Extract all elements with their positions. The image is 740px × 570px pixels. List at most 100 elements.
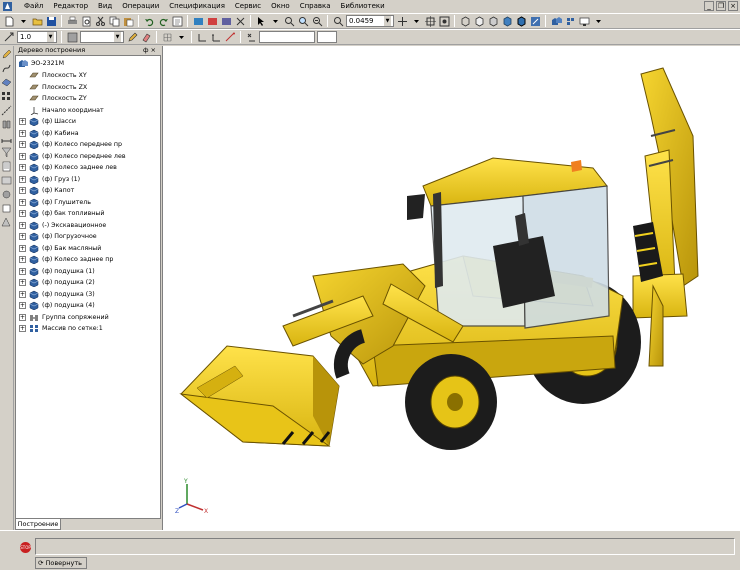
color-swatch-icon[interactable] — [66, 31, 78, 43]
expand-icon[interactable]: + — [19, 290, 26, 298]
variables-icon[interactable] — [206, 15, 218, 27]
weld-icon[interactable] — [1, 217, 12, 228]
snap-icon[interactable] — [224, 31, 236, 43]
tree-item[interactable]: + (ф) Колесо заднее пр — [19, 254, 113, 265]
expand-icon[interactable]: + — [19, 141, 26, 148]
redo-icon[interactable] — [157, 15, 169, 27]
help-icon[interactable] — [234, 15, 246, 27]
pencil-icon[interactable] — [126, 31, 138, 43]
menu-specification[interactable]: Спецификация — [164, 0, 230, 13]
perspective-icon[interactable] — [529, 15, 541, 27]
tree-item[interactable]: + (ф) подушка (3) — [19, 289, 95, 300]
expand-icon[interactable]: + — [19, 175, 26, 183]
sheet-icon[interactable] — [1, 203, 12, 214]
zoom-window-icon[interactable] — [297, 15, 309, 27]
expand-icon[interactable]: + — [19, 118, 26, 125]
tree-item[interactable]: + Группа сопряжений — [19, 312, 109, 323]
elements-icon[interactable] — [1, 189, 12, 200]
expand-icon[interactable]: + — [19, 256, 26, 263]
thin-lines-icon[interactable] — [487, 15, 499, 27]
tree-item[interactable]: + (ф) Бак масляный — [19, 243, 101, 254]
tree-item[interactable]: + (ф) Колесо заднее лев — [19, 162, 117, 173]
library-manager-icon[interactable] — [192, 15, 204, 27]
print-preview-icon[interactable] — [80, 15, 92, 27]
tree-item[interactable]: Начало координат — [29, 105, 104, 116]
shaded-icon[interactable] — [501, 15, 513, 27]
tree-item[interactable]: + (ф) Погрузочное — [19, 231, 97, 242]
menu-window[interactable]: Окно — [266, 0, 295, 13]
edit-assembly-icon[interactable] — [1, 49, 12, 60]
expand-icon[interactable]: + — [19, 244, 26, 252]
expand-icon[interactable]: + — [19, 129, 26, 137]
fit-all-icon[interactable] — [438, 15, 450, 27]
expand-icon[interactable]: + — [19, 233, 26, 240]
step-field[interactable]: 1.0 ▼ — [17, 31, 57, 43]
pin-icon[interactable]: ф — [143, 46, 151, 54]
new-file-icon[interactable] — [3, 15, 15, 27]
menu-editor[interactable]: Редактор — [48, 0, 93, 13]
expand-icon[interactable]: + — [19, 210, 26, 217]
display-icon[interactable] — [578, 15, 590, 27]
assembly-icon[interactable] — [564, 15, 576, 27]
tree-item[interactable]: Плоскость ZY — [29, 93, 87, 104]
chevron-down-icon[interactable] — [410, 15, 422, 27]
tree-item[interactable]: Плоскость XY — [29, 70, 87, 81]
minimize-icon[interactable]: _ — [704, 1, 714, 11]
undo-icon[interactable] — [143, 15, 155, 27]
filter-icon[interactable] — [1, 147, 12, 158]
model-viewport[interactable]: Y Z X — [162, 46, 740, 530]
chevron-down-icon[interactable]: ▼ — [47, 32, 54, 42]
expand-icon[interactable]: + — [19, 279, 26, 286]
local-cs-icon[interactable] — [210, 31, 222, 43]
wireframe-icon[interactable] — [459, 15, 471, 27]
save-icon[interactable] — [45, 15, 57, 27]
surfaces-icon[interactable] — [1, 77, 12, 88]
restore-icon[interactable]: ❐ — [716, 1, 726, 11]
properties-icon[interactable] — [171, 15, 183, 27]
chevron-down-icon[interactable]: ▼ — [114, 32, 121, 42]
tree-item[interactable]: + Массив по сетке:1 — [19, 323, 103, 334]
zoom-value-field[interactable]: 0.0459 ▼ — [346, 15, 394, 27]
tree-item[interactable]: + (ф) Глушитель — [19, 197, 91, 208]
ortho-icon[interactable] — [196, 31, 208, 43]
measure-icon[interactable] — [1, 133, 12, 144]
hidden-lines-icon[interactable] — [473, 15, 485, 27]
tree-item[interactable]: + (ф) Груз (1) — [19, 174, 80, 185]
shaded-edges-icon[interactable] — [515, 15, 527, 27]
eraser-icon[interactable] — [140, 31, 152, 43]
expand-icon[interactable]: + — [19, 152, 26, 160]
tree-item[interactable]: + (ф) подушка (4) — [19, 300, 95, 311]
mates-icon[interactable] — [1, 119, 12, 130]
coordinate-extra-field[interactable] — [317, 31, 337, 43]
tree-root[interactable]: ЭО-2321М — [18, 58, 64, 69]
pan-icon[interactable] — [396, 15, 408, 27]
chevron-down-icon[interactable]: ▼ — [384, 16, 391, 26]
tree-item[interactable]: + (ф) подушка (1) — [19, 266, 95, 277]
cut-icon[interactable] — [94, 15, 106, 27]
tree-item[interactable]: + (ф) Капот — [19, 185, 74, 196]
open-file-icon[interactable] — [31, 15, 43, 27]
auxiliary-geometry-icon[interactable] — [1, 105, 12, 116]
reports-icon[interactable] — [1, 175, 12, 186]
menu-help[interactable]: Справка — [295, 0, 336, 13]
rotate-button[interactable]: ⟳ Повернуть — [35, 557, 87, 569]
paste-icon[interactable] — [122, 15, 134, 27]
grid-icon[interactable] — [161, 31, 173, 43]
stop-command-icon[interactable]: STOP — [20, 542, 31, 553]
chevron-down-icon[interactable] — [17, 15, 29, 27]
menu-view[interactable]: Вид — [93, 0, 117, 13]
zoom-in-icon[interactable] — [283, 15, 295, 27]
coordinate-field[interactable] — [259, 31, 315, 43]
print-icon[interactable] — [66, 15, 78, 27]
tree-item[interactable]: + (ф) Колесо переднее лев — [19, 151, 126, 162]
tree-item[interactable]: + (ф) Шасси — [19, 116, 76, 127]
menu-file[interactable]: Файл — [19, 0, 48, 13]
expand-icon[interactable]: + — [19, 221, 26, 229]
expand-icon[interactable]: + — [19, 313, 26, 321]
select-cursor-icon[interactable] — [255, 15, 267, 27]
zoom-scale-icon[interactable] — [332, 15, 344, 27]
expand-icon[interactable]: + — [19, 267, 26, 275]
close-icon[interactable]: × — [728, 1, 738, 11]
rotate-icon[interactable] — [424, 15, 436, 27]
expand-icon[interactable]: + — [19, 325, 26, 332]
